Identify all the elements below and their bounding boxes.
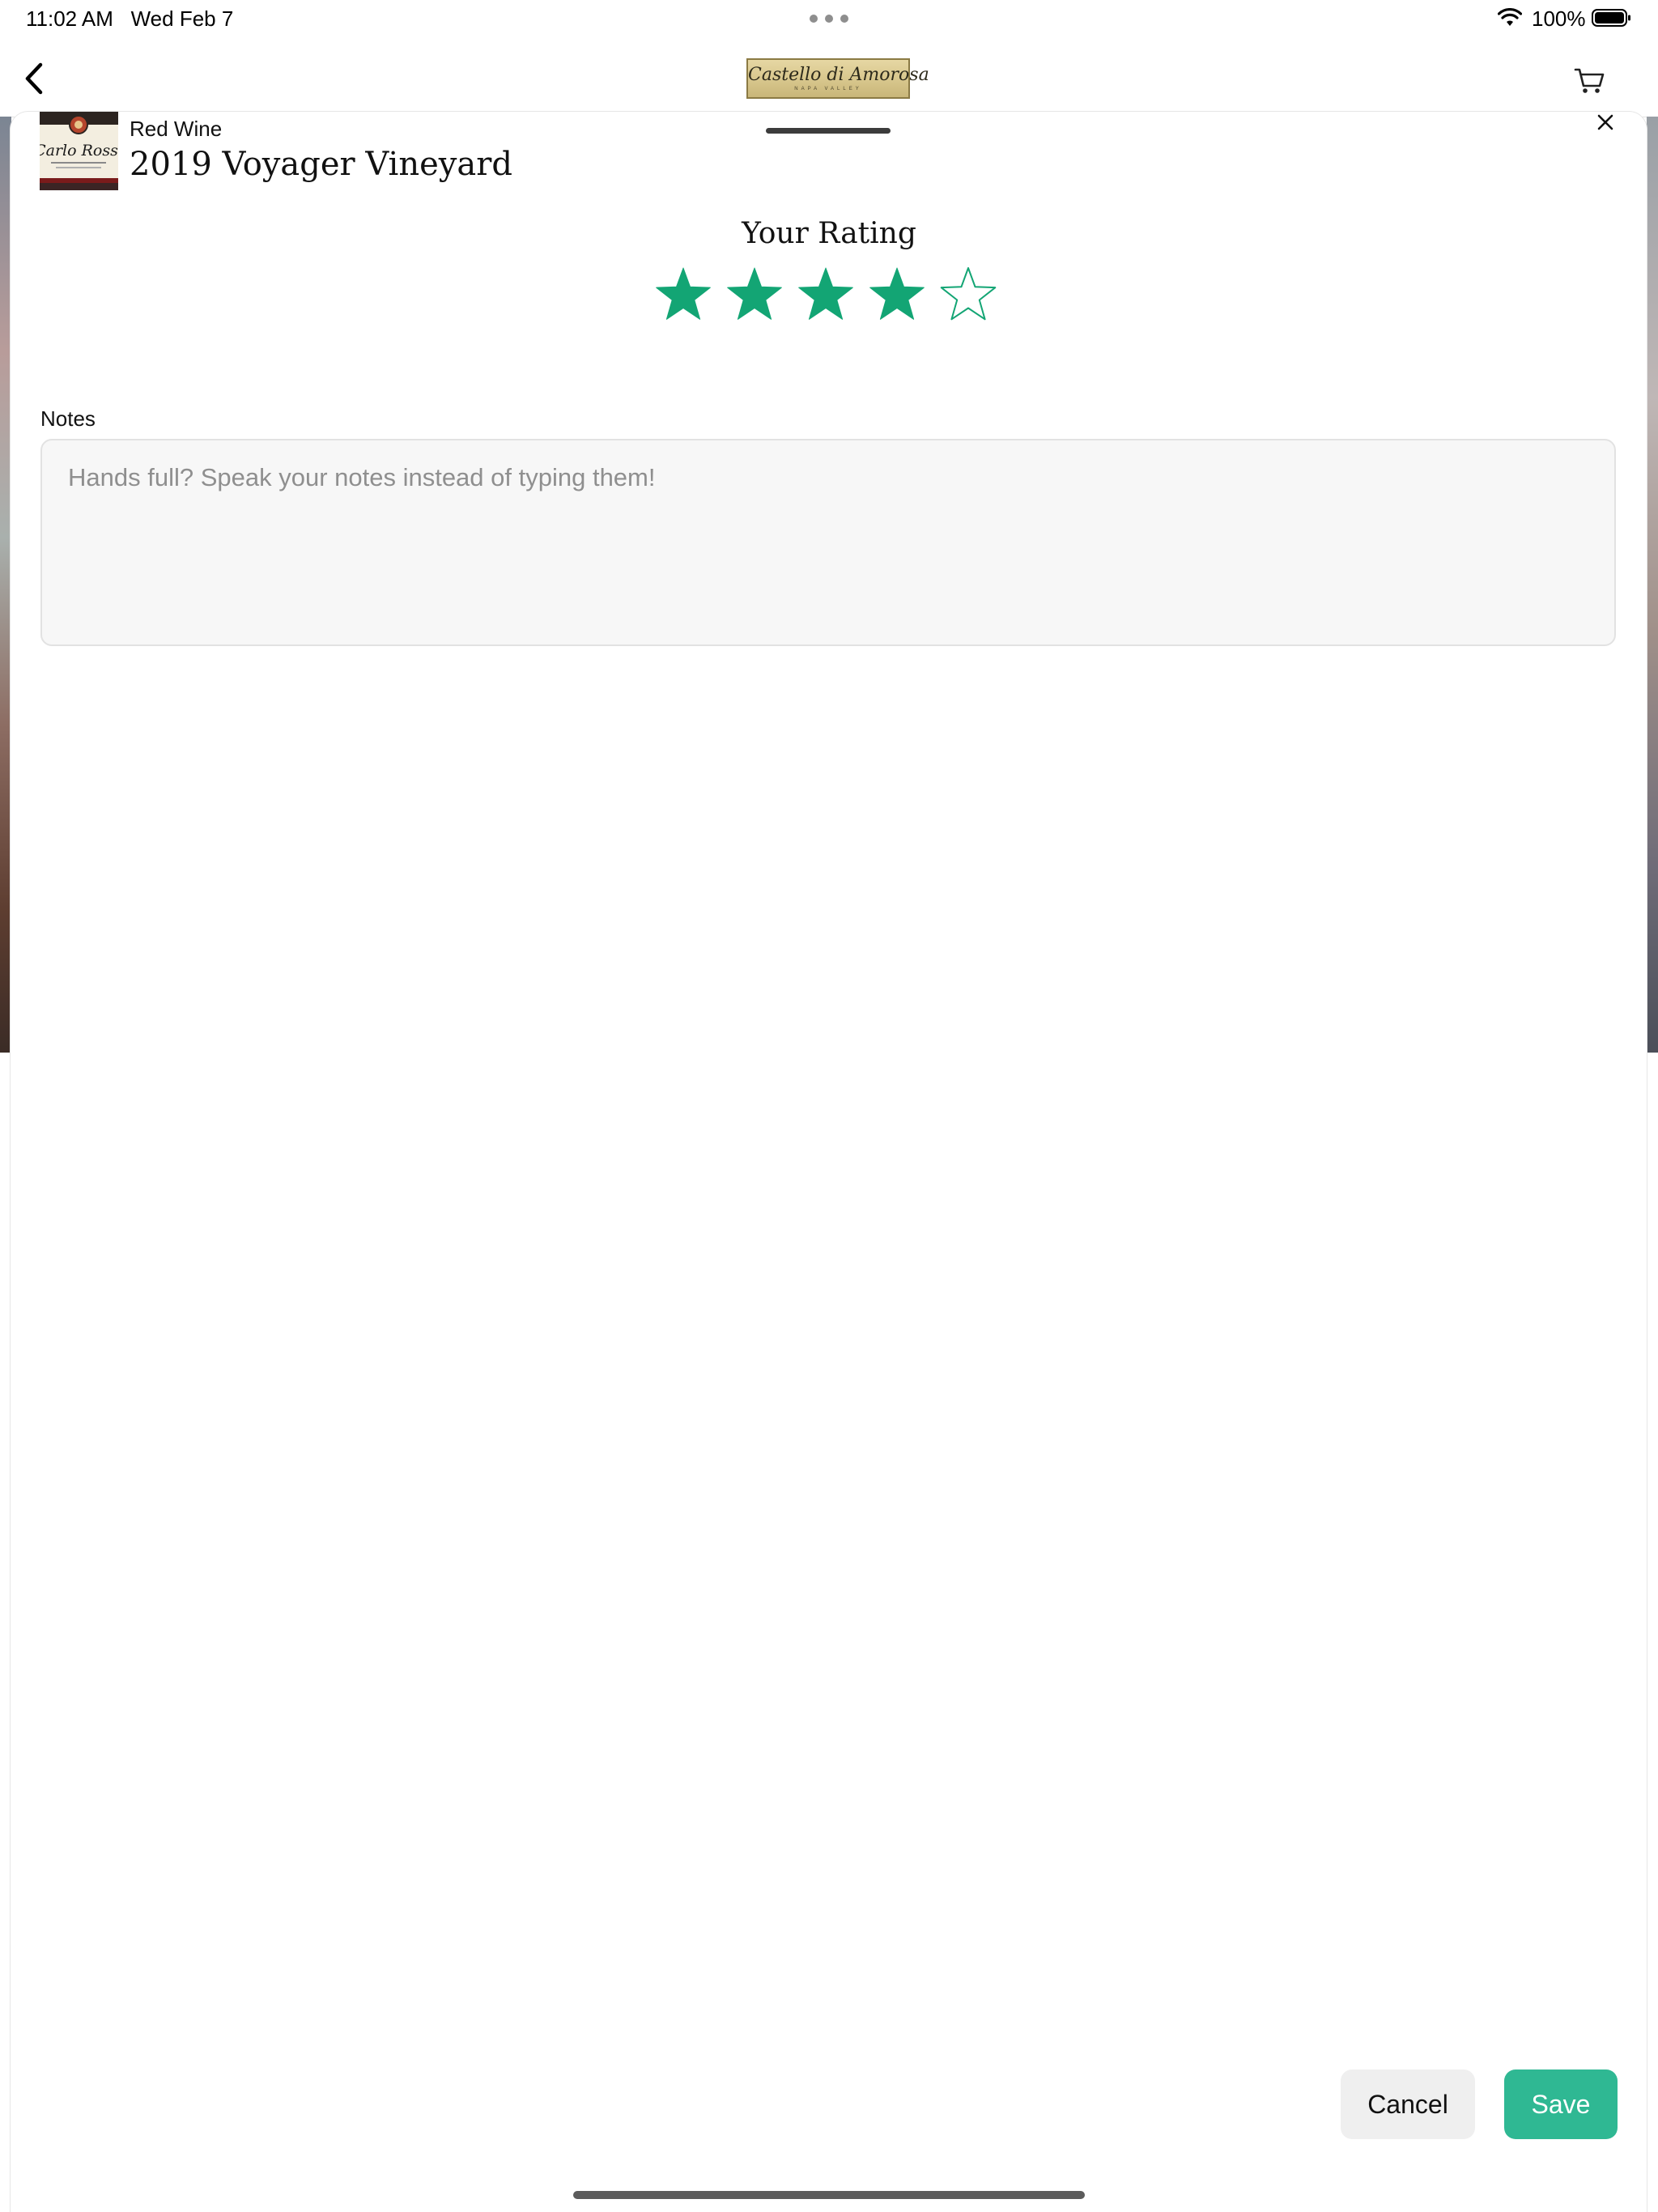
star-filled-icon[interactable]	[795, 264, 857, 325]
sheet-grabber[interactable]	[766, 128, 891, 134]
wine-name: 2019 Voyager Vineyard	[130, 146, 512, 183]
star-rating	[653, 264, 1005, 325]
star-filled-icon[interactable]	[724, 264, 785, 325]
battery-percent: 100%	[1532, 6, 1586, 31]
chevron-left-icon[interactable]	[15, 57, 55, 100]
status-bar: 11:02 AM Wed Feb 7 100%	[0, 0, 1658, 39]
cart-icon[interactable]	[1571, 62, 1608, 97]
star-filled-icon[interactable]	[653, 264, 714, 325]
background-page	[0, 117, 11, 1053]
notes-label: Notes	[40, 406, 96, 431]
rating-title: Your Rating	[742, 217, 916, 250]
wifi-icon	[1498, 8, 1522, 26]
wine-label-image: Carlo Rossi	[40, 112, 118, 190]
thumb-label: Carlo Rossi	[40, 142, 118, 160]
close-icon[interactable]	[1593, 110, 1618, 134]
logo-subtext: NAPA VALLEY	[794, 87, 862, 91]
status-date: Wed Feb 7	[130, 6, 234, 31]
notes-field[interactable]	[40, 439, 1616, 646]
star-empty-icon[interactable]	[937, 264, 999, 325]
battery-full-icon	[1592, 9, 1630, 27]
wine-category: Red Wine	[130, 117, 223, 141]
status-time: 11:02 AM Wed Feb 7	[26, 6, 233, 32]
wine-label-thumbnail: Carlo Rossi	[40, 112, 118, 190]
nav-bar: Castello di Amorosa NAPA VALLEY	[0, 39, 1658, 117]
save-button[interactable]: Save	[1504, 2069, 1618, 2139]
multitasking-dots-icon[interactable]	[810, 15, 848, 23]
cancel-button[interactable]: Cancel	[1341, 2069, 1475, 2139]
rating-sheet	[11, 112, 1647, 2212]
notes-input[interactable]	[42, 440, 1614, 644]
background-page	[1647, 117, 1658, 1053]
home-indicator	[573, 2191, 1085, 2199]
logo-text: Castello di Amorosa	[748, 65, 929, 85]
brand-logo: Castello di Amorosa NAPA VALLEY	[746, 58, 929, 99]
star-filled-icon[interactable]	[866, 264, 928, 325]
status-clock: 11:02 AM	[26, 6, 113, 31]
